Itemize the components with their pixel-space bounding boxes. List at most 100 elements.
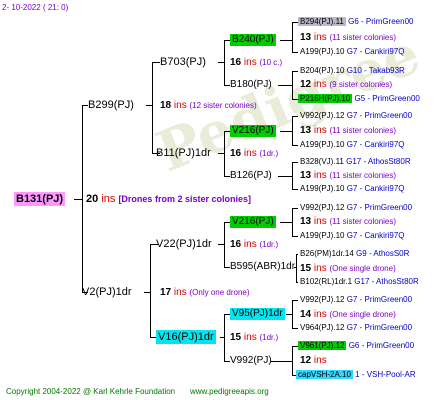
gen3-queen[interactable]: B126(PJ) [230,170,272,182]
line [224,222,225,268]
pair-count: 12 [300,79,312,90]
gen4-breeder: G6 - PrimGreen00 [348,341,415,350]
gen4-breeder: G5 - PrimGreen00 [354,94,420,103]
line [292,162,298,163]
gen1-inbreeding: 18 ins (12 sister colonies) [160,100,257,112]
pair-note: (One single drone) [329,310,396,319]
pedigree-page: { "header": {"date": "2- 10-2022", "time… [0,0,440,400]
footer-url[interactable]: www.pedigreeapis.org [190,387,269,397]
gen4-queen[interactable]: B26(PM)1dr.14 [300,249,354,258]
gen2-count: 16 [230,57,242,68]
gen4-inbreeding: 14 ins (One single drone) [300,309,396,321]
line [280,222,292,223]
gen1-note: (12 sister colonies) [189,101,257,110]
gen4-queen[interactable]: V992(PJ).12 [300,295,344,304]
gen1-count: 17 [160,287,172,298]
gen4-row: B26(PM)1dr.14 G9 - AthosS0R [300,249,409,259]
root-queen[interactable]: B131(PJ) [14,192,66,206]
gen4-queen[interactable]: B204(PJ).10 [300,66,344,75]
gen2-ins: ins [243,148,257,159]
gen3-queen[interactable]: B595(ABR)1dr [230,261,295,273]
gen4-queen[interactable]: A199(PJ).10 [300,231,344,240]
line [278,85,292,86]
gen3-queen[interactable]: B240(PJ) [230,34,276,46]
gen4-breeder: G7 - Cankiri97Q [346,231,405,240]
gen4-row: B102(RL)1dr.1 G17 - AthosSt80R [300,277,419,287]
gen1-queen[interactable]: V2(PJ)1dr [82,285,132,299]
gen4-queen[interactable]: B328(VJ).11 [300,157,344,166]
gen4-row: B294(PJ).11 G6 - PrimGreen00 [298,17,413,27]
gen4-row: capVSH-2A.10 1 - VSH-Pool-AR [296,370,416,380]
gen4-row: V961(PJ).12 G6 - PrimGreen00 [298,341,414,351]
gen1-queen[interactable]: B299(PJ) [88,98,134,112]
gen4-queen[interactable]: A199(PJ).10 [300,184,344,193]
gen2-ins: ins [243,332,257,343]
root-note: [Drones from 2 sister colonies] [118,194,251,204]
pair-count: 13 [300,216,312,227]
pair-ins: ins [313,79,327,90]
gen4-inbreeding: 15 ins (One single drone) [300,263,396,275]
gen4-row: B204(PJ).10 G10 - Takab93R [300,66,405,76]
gen3-queen[interactable]: B180(PJ) [230,79,272,91]
pair-note: (One single drone) [329,264,396,273]
gen4-breeder: G7 - PrimGreen00 [346,295,413,304]
gen4-queen[interactable]: V992(PJ).12 [300,203,344,212]
gen2-note: (1dr.) [259,240,279,249]
gen4-breeder: G6 - PrimGreen00 [348,17,414,26]
gen2-queen[interactable]: B11(PJ)1dr [156,146,211,160]
line [296,254,297,283]
gen4-queen[interactable]: V961(PJ).12 [298,341,347,350]
pair-count: 13 [300,170,312,181]
gen4-row: V964(PJ).12 G7 - PrimGreen00 [300,323,412,333]
line [292,300,293,329]
gen4-queen[interactable]: capVSH-2A.10 [296,370,353,379]
line [292,162,293,190]
gen4-row: A199(PJ).10 G7 - Cankiri97Q [300,140,405,150]
gen2-count: 16 [230,148,242,159]
gen4-row: P216H(PJ).10 G5 - PrimGreen00 [298,94,420,104]
pair-note: (9 sister colonies) [329,80,393,89]
pair-note: (11 sister colonies) [329,126,397,135]
gen2-queen[interactable]: B703(PJ) [160,55,206,69]
gen2-queen[interactable]: V22(PJ)1dr [156,237,212,251]
line [224,314,225,362]
gen4-queen[interactable]: B102(RL)1dr.1 [300,277,352,286]
pair-count: 13 [300,125,312,136]
line [292,189,298,190]
gen4-row: A199(PJ).10 G7 - Cankiri97Q [300,184,405,194]
gen4-queen[interactable]: V964(PJ).12 [300,323,344,332]
gen3-queen[interactable]: V216(PJ) [230,216,276,228]
line [292,116,298,117]
line [152,62,153,154]
gen4-row: B328(VJ).11 G17 - AthosSt80R [300,157,411,167]
pair-ins: ins [313,125,327,136]
gen4-row: A199(PJ).10 G7 - Cankiri97Q [300,47,405,57]
gen4-inbreeding: 13 ins (11 sister colonies) [300,170,396,182]
gen3-queen[interactable]: V95(PJ)1dr [230,308,285,320]
line [278,176,292,177]
gen4-breeder: G7 - PrimGreen00 [346,111,413,120]
gen4-breeder: G17 - AthosSt80R [346,157,411,166]
pair-count: 12 [300,355,312,366]
gen4-queen[interactable]: A199(PJ).10 [300,140,344,149]
line [292,346,293,376]
line [292,328,298,329]
pair-ins: ins [313,309,327,320]
root-inbreeding: 20 ins [Drones from 2 sister colonies] [86,192,251,206]
gen4-queen[interactable]: B294(PJ).11 [298,17,346,26]
line [292,116,293,146]
gen2-note: (10 c.) [259,58,283,67]
header-date: 2- 10-2022 ( 21: 0) [2,3,68,13]
gen4-breeder: G9 - AthosS0R [356,249,410,258]
pair-ins: ins [313,355,327,366]
gen2-ins: ins [243,57,257,68]
gen3-queen[interactable]: V216(PJ) [230,125,276,137]
gen2-queen[interactable]: V16(PJ)1dr [156,330,216,344]
gen4-queen[interactable]: V992(PJ).12 [300,111,344,120]
pair-count: 14 [300,309,312,320]
gen3-queen[interactable]: V992(PJ) [230,355,272,367]
line [296,254,298,255]
gen4-queen[interactable]: P216H(PJ).10 [298,94,353,103]
time-text: ( 21: 0) [42,3,69,12]
gen4-queen[interactable]: A199(PJ).10 [300,47,344,56]
